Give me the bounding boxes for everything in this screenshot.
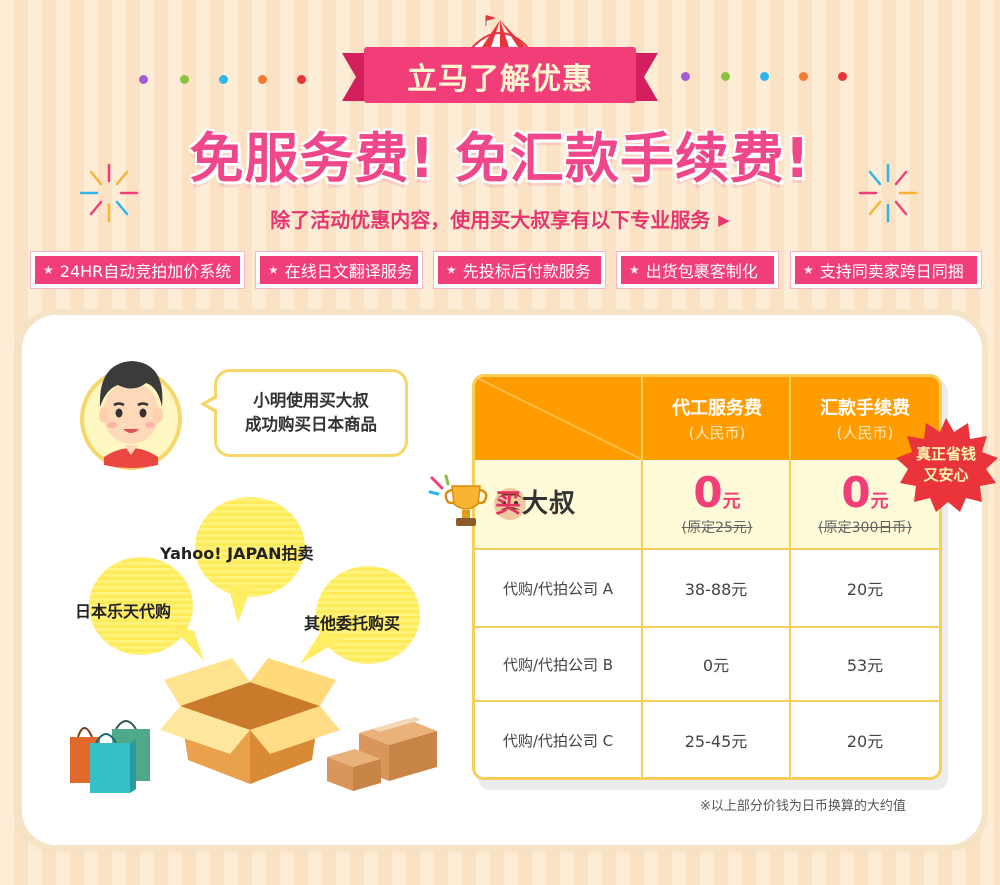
shopping-bag-icon [70,720,150,793]
decor-dot [297,75,306,84]
fee-unit: 元 [722,491,741,512]
decor-dot [139,75,148,84]
decor-dot [219,75,228,84]
parcel-icon [327,717,437,791]
decor-dot [180,75,189,84]
decor-dot [681,72,690,81]
star-icon: ★ [268,263,279,277]
feature-tag-list: ★ 24HR自动竞拍加价系统 ★ 在线日文翻译服务 ★ 先投标后付款服务 ★ 出货包裹客… [30,251,982,289]
star-icon: ★ [629,263,640,277]
table-row-name: 代购/代拍公司 A [502,579,614,598]
column-header-title: 汇款手续费 [820,398,910,419]
option-other[interactable]: 其他委托购买 [304,610,400,634]
table-cell-service-fee: 0元 [702,656,730,675]
speech-bubble: 小明使用买大叔 成功购买日本商品 [200,369,408,457]
feature-tag[interactable]: ★ 出货包裹客制化 [616,251,779,289]
option-yahoo[interactable]: Yahoo! JAPAN拍卖 [160,540,314,564]
subline-text: 除了活动优惠内容，使用买大叔享有以下专业服务 [270,208,711,232]
speech-line: 成功购买日本商品 [245,415,377,434]
star-icon: ★ [446,263,457,277]
decor-dot [760,72,769,81]
brand-service-fee: 0元 (原定25元) [643,471,791,537]
column-header-sub: (人民币) [836,424,894,442]
option-rakuten[interactable]: 日本乐天代购 [75,598,171,622]
ribbon-label[interactable]: 立马了解优惠 [342,48,658,104]
star-icon: ★ [803,263,814,277]
fee-unit: 元 [870,491,889,512]
decor-dot [838,72,847,81]
table-cell-remit-fee: 20元 [846,732,884,751]
decor-dot [258,75,267,84]
open-box-icon [160,658,340,784]
table-cell-remit-fee: 53元 [846,656,884,675]
feature-tag[interactable]: ★ 支持同卖家跨日同捆 [790,251,982,289]
column-header-service-fee: 代工服务费 (人民币) [643,377,791,460]
decor-dot [721,72,730,81]
table-cell-service-fee: 25-45元 [684,732,748,751]
table-row-name: 代购/代拍公司 B [502,655,614,674]
table-cell-service-fee: 38-88元 [684,580,748,599]
fee-value: 0 [693,468,723,517]
feature-tag[interactable]: ★ 先投标后付款服务 [433,251,606,289]
feature-tag[interactable]: ★ 在线日文翻译服务 [255,251,423,289]
comparison-table: 代工服务费 (人民币) 汇款手续费 (人民币) 0元 (原定25元) 0元 (原… [472,374,942,780]
column-header-sub: (人民币) [688,424,746,442]
decor-dot [799,72,808,81]
feature-tag-label: 支持同卖家跨日同捆 [819,262,964,281]
table-row-name: 代购/代拍公司 C [502,731,614,750]
fee-original: (原定25元) [681,520,753,536]
badge-line: 又安心 [923,466,969,484]
feature-tag-label: 24HR自动竞拍加价系统 [59,262,232,281]
fee-value: 0 [841,468,871,517]
firework-icon [79,163,139,223]
table-diagonal [475,377,643,460]
arrow-right-icon: ▶ [718,211,730,229]
feature-tag-label: 先投标后付款服务 [462,262,591,281]
footnote: ※以上部分价钱为日币换算的大约值 [700,799,906,814]
savings-badge-text: 真正省钱 又安心 [894,444,998,486]
brand-logo: 买大叔 [495,483,576,520]
column-header-title: 代工服务费 [672,398,762,419]
star-icon: ★ [43,263,54,277]
avatar [80,361,182,470]
headline: 免服务费! 免汇款手续费! [189,127,811,190]
feature-tag-label: 出货包裹客制化 [645,262,758,281]
brand-logo-rest: 大叔 [522,489,577,519]
trophy-icon [428,474,488,526]
feature-tag[interactable]: ★ 24HR自动竞拍加价系统 [30,251,245,289]
firework-icon [858,163,918,223]
badge-line: 真正省钱 [915,445,976,463]
bubble-tail [228,585,252,623]
table-cell-remit-fee: 20元 [846,580,884,599]
subline[interactable]: 除了活动优惠内容，使用买大叔享有以下专业服务 ▶ [0,204,1000,233]
fee-original: (原定300日币) [818,520,912,536]
feature-tag-label: 在线日文翻译服务 [284,262,413,281]
speech-line: 小明使用买大叔 [253,391,369,410]
brand-logo-mai: 买 [495,489,523,519]
